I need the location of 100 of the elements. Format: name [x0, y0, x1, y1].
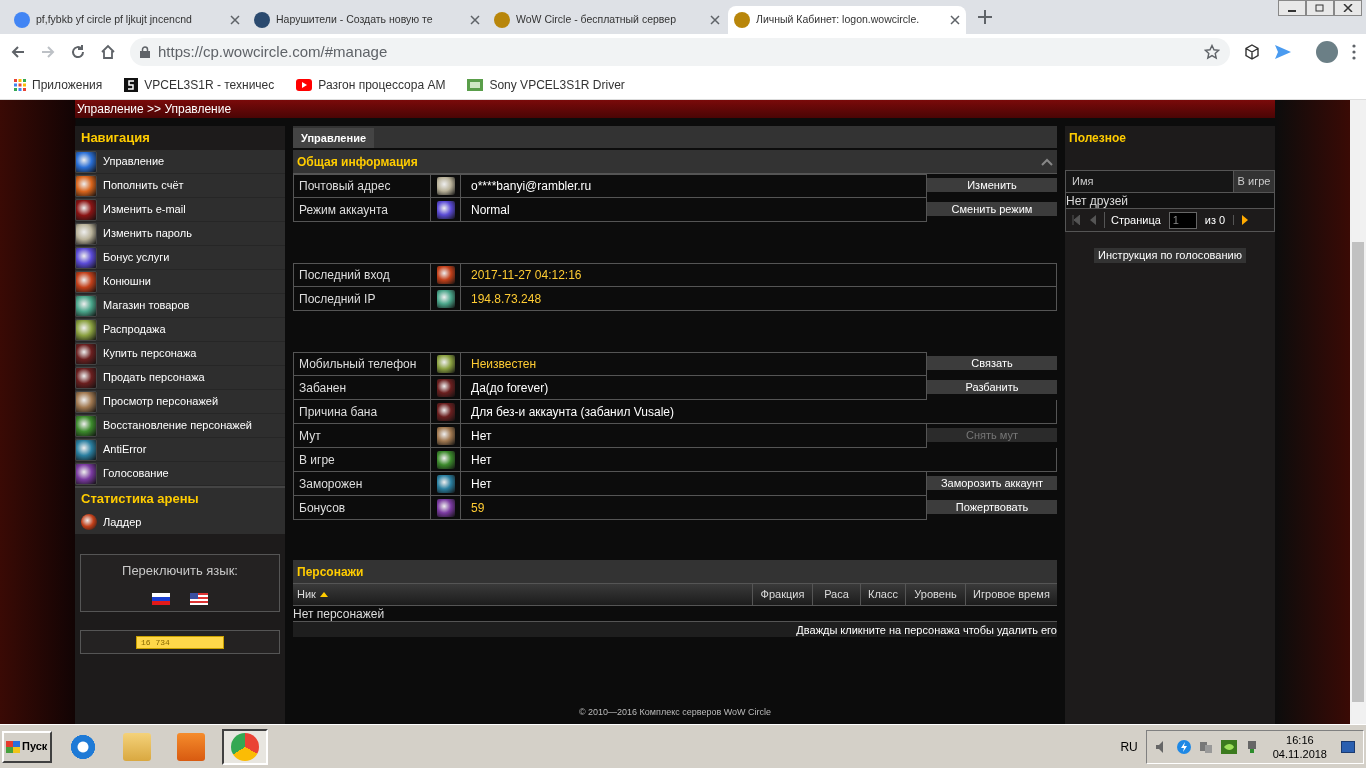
close-icon[interactable]	[710, 15, 720, 25]
nav-item[interactable]: Просмотр персонажей	[75, 390, 285, 414]
nav-item[interactable]: AntiError	[75, 438, 285, 462]
apps-grid-icon	[14, 78, 26, 91]
nav-item[interactable]: Изменить e-mail	[75, 198, 285, 222]
field-label: Почтовый адрес	[294, 175, 431, 197]
column-header[interactable]: Уровень	[905, 584, 965, 605]
section-title: Статистика арены	[75, 486, 285, 510]
send-icon[interactable]	[1274, 44, 1292, 60]
action-button[interactable]: Разбанить	[927, 380, 1057, 394]
nav-item[interactable]: Конюшни	[75, 270, 285, 294]
language-label: Переключить язык:	[122, 562, 238, 581]
field-label: Последний IP	[294, 287, 431, 310]
action-button[interactable]: Пожертвовать	[927, 500, 1057, 514]
column-header[interactable]: Раса	[812, 584, 860, 605]
nav-item[interactable]: Голосование	[75, 462, 285, 486]
sort-up-icon	[319, 592, 328, 597]
nav-item-icon	[75, 318, 97, 341]
pager-label: Страница	[1104, 211, 1161, 229]
field-value: Нет	[470, 451, 493, 469]
browser-tab[interactable]: Нарушители - Создать новую те	[248, 6, 486, 34]
nav-item[interactable]: Ладдер	[75, 510, 285, 534]
reload-icon[interactable]	[70, 44, 86, 60]
empty-message: Нет друзей	[1065, 193, 1275, 209]
address-bar[interactable]: https://cp.wowcircle.com/#manage	[130, 38, 1230, 66]
flag-icon[interactable]	[190, 592, 208, 605]
field-icon	[436, 200, 455, 219]
scrollbar[interactable]	[1350, 100, 1366, 724]
show-desktop-icon[interactable]	[1341, 740, 1355, 753]
close-icon[interactable]	[950, 15, 960, 25]
action-button[interactable]: Связать	[927, 356, 1057, 370]
hint-text: Дважды кликните на персонажа чтобы удалить его	[293, 622, 1057, 637]
bookmark-link[interactable]: VPCEL3S1R - техничес	[144, 75, 275, 94]
vote-instructions-button[interactable]: Инструкция по голосованию	[1094, 248, 1246, 263]
bookmark-link[interactable]: Разгон процессора AM	[318, 75, 446, 94]
minimize-icon[interactable]	[1278, 0, 1306, 16]
menu-icon[interactable]	[1352, 44, 1356, 60]
nav-item[interactable]: Изменить пароль	[75, 222, 285, 246]
column-header[interactable]: В игре	[1234, 171, 1274, 192]
action-button[interactable]: Заморозить аккаунт	[927, 476, 1057, 490]
field-value: 194.8.73.248	[470, 290, 543, 308]
cube-icon[interactable]	[1244, 44, 1260, 60]
clock-date: 04.11.2018	[1272, 746, 1327, 761]
field-value: Неизвестен	[470, 356, 538, 373]
star-icon[interactable]	[1204, 44, 1220, 60]
breadcrumb: Управление >> Управление	[76, 101, 232, 118]
language-indicator[interactable]: RU	[1120, 737, 1138, 756]
action-button[interactable]: Сменить режим	[927, 202, 1057, 216]
taskbar-app[interactable]	[222, 728, 268, 765]
field-icon	[436, 498, 455, 517]
next-page-icon[interactable]	[1242, 215, 1249, 225]
bookmark-link[interactable]: Приложения	[32, 75, 103, 94]
field-icon	[436, 450, 455, 469]
pager-count: из 0	[1204, 212, 1226, 228]
column-header[interactable]: Игровое время	[965, 584, 1057, 605]
nav-item-icon	[75, 174, 97, 197]
nav-item-icon	[75, 414, 97, 437]
close-icon[interactable]	[230, 15, 240, 25]
page-tab[interactable]: Управление	[293, 128, 374, 148]
field-label: Заморожен	[294, 472, 431, 495]
first-page-icon[interactable]	[1072, 215, 1080, 225]
lightning-icon[interactable]	[1176, 739, 1191, 754]
lock-icon	[140, 46, 150, 58]
avatar-icon[interactable]	[1316, 41, 1338, 63]
back-icon[interactable]	[10, 44, 26, 60]
close-icon[interactable]	[470, 15, 480, 25]
network-icon[interactable]	[1198, 739, 1213, 754]
section-header: Персонажи	[293, 560, 1057, 584]
action-button[interactable]: Изменить	[927, 178, 1057, 192]
nav-item[interactable]: Управление	[75, 150, 285, 174]
start-button[interactable]: Пуск	[2, 730, 52, 763]
bookmark-link[interactable]: Sony VPCEL3S1R Driver	[489, 75, 625, 94]
column-header[interactable]: Класс	[860, 584, 905, 605]
clock-time: 16:16	[1286, 732, 1314, 747]
browser-tab[interactable]: WoW Circle - бесплатный сервер	[488, 6, 726, 34]
nav-item[interactable]: Магазин товаров	[75, 294, 285, 318]
flag-icon[interactable]	[152, 592, 170, 605]
column-header[interactable]: Фракция	[752, 584, 812, 605]
collapse-icon[interactable]	[1041, 157, 1053, 166]
nav-item[interactable]: Купить персонажа	[75, 342, 285, 366]
nav-item-icon	[75, 438, 97, 461]
nav-item[interactable]: Бонус услуги	[75, 246, 285, 270]
nav-item[interactable]: Восстановление персонажей	[75, 414, 285, 438]
nav-item-icon	[75, 150, 97, 173]
favicon-icon	[734, 12, 750, 28]
visit-counter[interactable]: 16 734	[136, 635, 224, 649]
new-tab-icon[interactable]	[978, 10, 992, 24]
close-icon[interactable]	[1334, 0, 1362, 16]
page-field[interactable]: 1	[1168, 211, 1197, 229]
nav-item[interactable]: Распродажа	[75, 318, 285, 342]
nav-item[interactable]: Продать персонажа	[75, 366, 285, 390]
column-header[interactable]: Ник	[293, 584, 752, 605]
nav-item-icon	[75, 222, 97, 245]
home-icon[interactable]	[100, 44, 116, 60]
browser-tab[interactable]: Личный Кабинет: logon.wowcircle.	[728, 6, 966, 34]
favicon-icon	[254, 12, 270, 28]
field-label: Бонусов	[294, 496, 431, 519]
browser-tab[interactable]: pf,fybkb yf circle pf ljkujt jncencnd	[8, 6, 246, 34]
previous-page-icon[interactable]	[1090, 215, 1096, 225]
nav-item[interactable]: Пополнить счёт	[75, 174, 285, 198]
